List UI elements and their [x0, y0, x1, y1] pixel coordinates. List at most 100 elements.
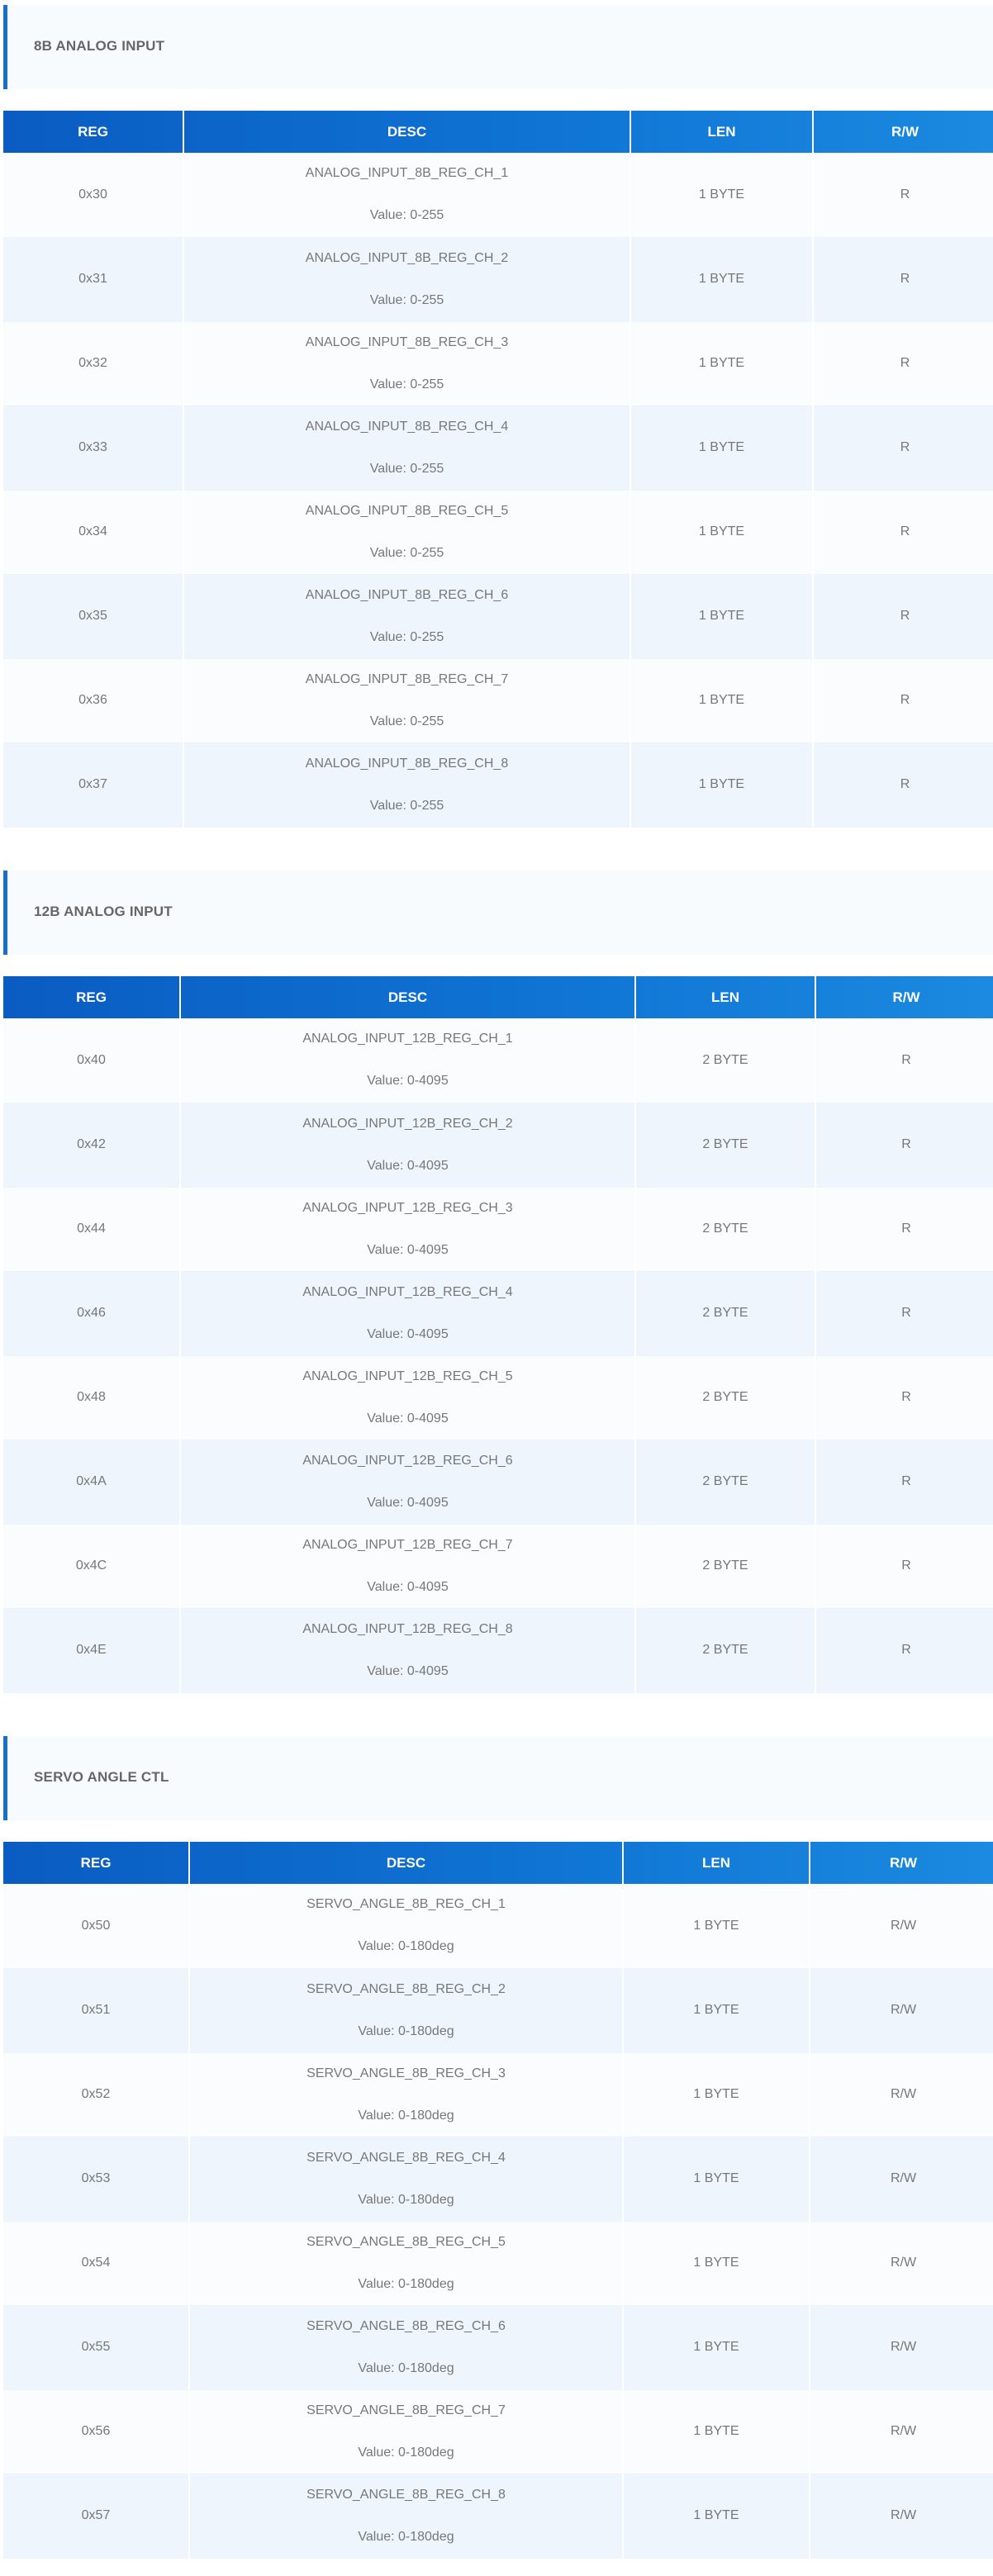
table-row: 0x31 ANALOG_INPUT_8B_REG_CH_2 Value: 0-25…	[3, 237, 993, 322]
cell-desc: SERVO_ANGLE_8B_REG_CH_2 Value: 0-180deg	[189, 1968, 624, 2053]
column-header-desc: DESC	[183, 111, 631, 153]
cell-reg: 0x32	[3, 321, 184, 406]
register-value-range: Value: 0-4095	[367, 1074, 449, 1089]
register-table: REG DESC LEN R/W 0x30 ANALOG_INPUT_8B_RE…	[3, 111, 993, 828]
table-row: 0x40 ANALOG_INPUT_12B_REG_CH_1 Value: 0-4…	[3, 1018, 993, 1103]
cell-rw: R/W	[810, 1968, 993, 2053]
cell-len: 1 BYTE	[630, 153, 814, 238]
cell-reg: 0x33	[3, 406, 184, 491]
cell-reg: 0x57	[3, 2474, 190, 2559]
table-row: 0x51 SERVO_ANGLE_8B_REG_CH_2 Value: 0-180…	[3, 1968, 993, 2053]
table-row: 0x34 ANALOG_INPUT_8B_REG_CH_5 Value: 0-25…	[3, 490, 993, 575]
cell-rw: R	[813, 574, 993, 659]
cell-rw: R/W	[810, 2052, 993, 2137]
register-name: ANALOG_INPUT_8B_REG_CH_4	[305, 419, 509, 434]
register-name: ANALOG_INPUT_12B_REG_CH_7	[302, 1537, 513, 1552]
cell-reg: 0x30	[3, 153, 184, 238]
cell-len: 1 BYTE	[623, 2474, 810, 2559]
cell-rw: R	[815, 1271, 993, 1356]
table-row: 0x44 ANALOG_INPUT_12B_REG_CH_3 Value: 0-4…	[3, 1187, 993, 1272]
register-value-range: Value: 0-255	[369, 292, 444, 307]
cell-rw: R	[813, 742, 993, 828]
cell-desc: SERVO_ANGLE_8B_REG_CH_3 Value: 0-180deg	[189, 2052, 624, 2137]
register-value-range: Value: 0-4095	[367, 1663, 449, 1678]
table-row: 0x4C ANALOG_INPUT_12B_REG_CH_7 Value: 0-4…	[3, 1524, 993, 1609]
cell-rw: R	[815, 1018, 993, 1103]
cell-desc: ANALOG_INPUT_12B_REG_CH_2 Value: 0-4095	[180, 1103, 636, 1188]
cell-desc: ANALOG_INPUT_8B_REG_CH_2 Value: 0-255	[183, 237, 631, 322]
cell-reg: 0x37	[3, 742, 184, 828]
cell-rw: R/W	[810, 1884, 993, 1969]
table-row: 0x32 ANALOG_INPUT_8B_REG_CH_3 Value: 0-25…	[3, 321, 993, 406]
cell-reg: 0x54	[3, 2221, 190, 2306]
cell-desc: ANALOG_INPUT_12B_REG_CH_5 Value: 0-4095	[180, 1355, 636, 1440]
cell-reg: 0x51	[3, 1968, 190, 2053]
register-name: SERVO_ANGLE_8B_REG_CH_2	[306, 1981, 506, 1996]
cell-rw: R	[815, 1103, 993, 1188]
cell-rw: R/W	[810, 2474, 993, 2559]
register-name: SERVO_ANGLE_8B_REG_CH_4	[306, 2150, 506, 2165]
register-name: ANALOG_INPUT_8B_REG_CH_7	[305, 671, 509, 686]
cell-desc: ANALOG_INPUT_8B_REG_CH_6 Value: 0-255	[183, 574, 631, 659]
section-header: SERVO ANGLE CTL	[3, 1736, 993, 1820]
table-header-row: REG DESC LEN R/W	[3, 111, 993, 153]
register-name: ANALOG_INPUT_12B_REG_CH_3	[302, 1200, 513, 1215]
register-value-range: Value: 0-4095	[367, 1326, 449, 1341]
cell-desc: ANALOG_INPUT_8B_REG_CH_3 Value: 0-255	[183, 321, 631, 406]
cell-len: 1 BYTE	[630, 574, 814, 659]
column-header-rw: R/W	[891, 123, 919, 140]
column-header-len: LEN	[623, 1842, 810, 1884]
register-value-range: Value: 0-180deg	[358, 1939, 454, 1954]
cell-rw: R/W	[810, 2137, 993, 2222]
cell-desc: ANALOG_INPUT_12B_REG_CH_7 Value: 0-4095	[180, 1524, 636, 1609]
cell-len: 1 BYTE	[623, 1884, 810, 1969]
section-header: 8B ANALOG INPUT	[3, 5, 993, 89]
register-value-range: Value: 0-180deg	[358, 2192, 454, 2207]
cell-rw: R	[815, 1524, 993, 1609]
cell-len: 2 BYTE	[635, 1440, 816, 1525]
cell-reg: 0x44	[3, 1187, 181, 1272]
register-name: ANALOG_INPUT_12B_REG_CH_5	[302, 1369, 513, 1383]
section-header: 12B ANALOG INPUT	[3, 871, 993, 955]
cell-rw: R	[813, 237, 993, 322]
cell-reg: 0x4A	[3, 1440, 181, 1525]
table-header-row: REG DESC LEN R/W	[3, 976, 993, 1018]
register-value-range: Value: 0-4095	[367, 1495, 449, 1510]
section-title: 12B ANALOG INPUT	[34, 904, 173, 919]
register-name: ANALOG_INPUT_8B_REG_CH_5	[305, 503, 509, 518]
table-row: 0x52 SERVO_ANGLE_8B_REG_CH_3 Value: 0-180…	[3, 2052, 993, 2137]
table-row: 0x54 SERVO_ANGLE_8B_REG_CH_5 Value: 0-180…	[3, 2221, 993, 2306]
table-row: 0x36 ANALOG_INPUT_8B_REG_CH_7 Value: 0-25…	[3, 658, 993, 743]
register-value-range: Value: 0-180deg	[358, 2360, 454, 2375]
register-name: SERVO_ANGLE_8B_REG_CH_6	[306, 2318, 506, 2333]
cell-len: 2 BYTE	[635, 1271, 816, 1356]
register-value-range: Value: 0-255	[369, 714, 444, 728]
register-name: ANALOG_INPUT_8B_REG_CH_1	[305, 166, 509, 181]
cell-len: 2 BYTE	[635, 1103, 816, 1188]
cell-rw: R	[813, 658, 993, 743]
cell-reg: 0x35	[3, 574, 184, 659]
register-name: SERVO_ANGLE_8B_REG_CH_8	[306, 2487, 506, 2502]
cell-reg: 0x55	[3, 2305, 190, 2390]
section-title: 8B ANALOG INPUT	[34, 38, 165, 54]
register-name: ANALOG_INPUT_12B_REG_CH_6	[302, 1453, 513, 1468]
cell-rw: R	[813, 406, 993, 491]
register-value-range: Value: 0-180deg	[358, 2023, 454, 2038]
column-header-rw: R/W	[892, 989, 920, 1005]
section-title: SERVO ANGLE CTL	[34, 1769, 169, 1785]
cell-reg: 0x50	[3, 1884, 190, 1969]
register-name: ANALOG_INPUT_12B_REG_CH_1	[302, 1032, 513, 1046]
table-row: 0x42 ANALOG_INPUT_12B_REG_CH_2 Value: 0-4…	[3, 1103, 993, 1188]
register-name: ANALOG_INPUT_12B_REG_CH_2	[302, 1116, 513, 1131]
register-value-range: Value: 0-4095	[367, 1411, 449, 1426]
cell-reg: 0x56	[3, 2389, 190, 2474]
register-value-range: Value: 0-4095	[367, 1158, 449, 1173]
table-row: 0x4E ANALOG_INPUT_12B_REG_CH_8 Value: 0-4…	[3, 1608, 993, 1693]
register-value-range: Value: 0-255	[369, 629, 444, 644]
cell-desc: SERVO_ANGLE_8B_REG_CH_6 Value: 0-180deg	[189, 2305, 624, 2390]
cell-reg: 0x52	[3, 2052, 190, 2137]
cell-rw: R	[815, 1608, 993, 1693]
register-value-range: Value: 0-4095	[367, 1242, 449, 1257]
cell-len: 2 BYTE	[635, 1018, 816, 1103]
column-header-len: LEN	[635, 976, 816, 1018]
